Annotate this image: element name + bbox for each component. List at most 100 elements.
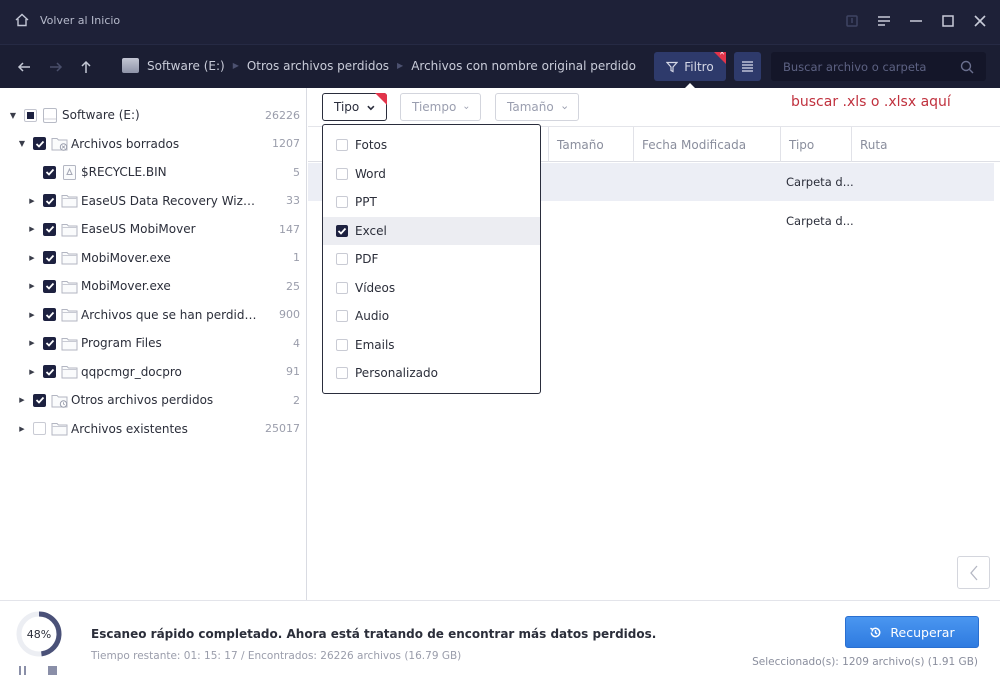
search-input[interactable] bbox=[783, 59, 960, 74]
type-option-checkbox[interactable] bbox=[336, 281, 348, 294]
type-filter-menu: Fotos Word PPT Excel PDF Vídeos Audio Emails Per… bbox=[322, 124, 541, 394]
caret-right-icon[interactable]: ▶ bbox=[27, 225, 37, 233]
tree-item[interactable]: ▶ MobiMover.exe 1 bbox=[0, 244, 306, 272]
tree-item[interactable]: ▼ Software (E:) 26226 bbox=[0, 101, 306, 129]
folder-icon bbox=[61, 252, 78, 265]
close-button[interactable] bbox=[972, 12, 988, 30]
folder-icon bbox=[61, 195, 78, 208]
tree-item-label: EaseUS Data Recovery Wizard bbox=[81, 193, 260, 208]
tree-item[interactable]: ▶ EaseUS MobiMover 147 bbox=[0, 215, 306, 243]
home-button[interactable]: Volver al Inicio bbox=[14, 12, 120, 28]
column-header-path[interactable]: Ruta bbox=[851, 127, 1000, 162]
filter-button[interactable]: Filtro ✕ bbox=[654, 52, 726, 81]
type-filter-dropdown[interactable]: Tipo bbox=[322, 93, 387, 121]
type-option[interactable]: PPT bbox=[323, 188, 540, 217]
arrow-right-icon bbox=[50, 62, 63, 72]
clear-type-filter-badge[interactable] bbox=[375, 93, 387, 105]
type-option-checkbox[interactable] bbox=[336, 139, 348, 152]
type-option[interactable]: Vídeos bbox=[323, 274, 540, 303]
tree-item[interactable]: $RECYCLE.BIN 5 bbox=[0, 158, 306, 186]
recover-button[interactable]: Recuperar bbox=[845, 616, 979, 648]
forward-button[interactable] bbox=[46, 57, 66, 77]
type-option[interactable]: Excel bbox=[323, 216, 540, 245]
collapse-preview-button[interactable] bbox=[957, 556, 990, 589]
caret-right-icon[interactable]: ▶ bbox=[27, 254, 37, 262]
type-option-checkbox[interactable] bbox=[336, 253, 348, 266]
minimize-button[interactable] bbox=[908, 12, 924, 30]
arrow-left-icon bbox=[17, 62, 30, 72]
stop-button[interactable] bbox=[48, 666, 57, 675]
chevron-down-icon bbox=[464, 105, 469, 109]
caret-right-icon[interactable]: ▶ bbox=[17, 396, 27, 404]
tree-item-label: MobiMover.exe bbox=[81, 250, 171, 265]
clear-filter-badge[interactable]: ✕ bbox=[714, 52, 726, 64]
cell-type: Carpeta d... bbox=[786, 214, 854, 228]
type-option[interactable]: Fotos bbox=[323, 131, 540, 160]
column-header-size[interactable]: Tamaño bbox=[548, 127, 633, 162]
tree-checkbox[interactable] bbox=[43, 251, 56, 264]
type-option-checkbox[interactable] bbox=[336, 367, 348, 380]
type-option-checkbox[interactable] bbox=[336, 224, 348, 237]
breadcrumb-item[interactable]: Software (E:) bbox=[147, 59, 225, 73]
maximize-button[interactable] bbox=[940, 12, 956, 30]
list-view-button[interactable] bbox=[734, 52, 761, 81]
type-option[interactable]: Audio bbox=[323, 302, 540, 331]
column-header-type[interactable]: Tipo bbox=[780, 127, 851, 162]
caret-right-icon[interactable]: ▶ bbox=[27, 197, 37, 205]
checkmark-icon bbox=[35, 396, 44, 404]
caret-down-icon[interactable]: ▼ bbox=[8, 111, 18, 120]
tree-item[interactable]: ▶ Program Files 4 bbox=[0, 329, 306, 357]
tree-item[interactable]: ▶ EaseUS Data Recovery Wizard 33 bbox=[0, 187, 306, 215]
search-icon[interactable] bbox=[960, 60, 974, 74]
tree-item-count: 4 bbox=[293, 336, 300, 350]
folder-icon bbox=[61, 366, 78, 379]
caret-down-icon[interactable]: ▼ bbox=[17, 139, 27, 148]
tree-checkbox[interactable] bbox=[43, 279, 56, 293]
menu-button[interactable] bbox=[876, 12, 892, 30]
tree-item[interactable]: ▶ Archivos que se han perdido directori..… bbox=[0, 301, 306, 329]
caret-right-icon[interactable]: ▶ bbox=[27, 311, 37, 319]
type-option-checkbox[interactable] bbox=[336, 167, 348, 180]
tree-checkbox[interactable] bbox=[43, 194, 56, 207]
type-option-checkbox[interactable] bbox=[336, 310, 348, 323]
type-option-checkbox[interactable] bbox=[336, 196, 348, 209]
tree-item[interactable]: ▶ MobiMover.exe 25 bbox=[0, 272, 306, 300]
time-filter-dropdown[interactable]: Tiempo bbox=[400, 93, 481, 121]
tree-checkbox[interactable] bbox=[43, 336, 56, 350]
column-header-date-modified[interactable]: Fecha Modificada bbox=[633, 127, 780, 162]
tree-checkbox[interactable] bbox=[33, 422, 46, 435]
tree-checkbox[interactable] bbox=[33, 393, 46, 407]
caret-right-icon[interactable]: ▶ bbox=[27, 368, 37, 376]
tree-item[interactable]: ▶ qqpcmgr_docpro 91 bbox=[0, 358, 306, 386]
breadcrumb-item[interactable]: Archivos con nombre original perdido bbox=[411, 59, 636, 73]
tree-item-label: Otros archivos perdidos bbox=[71, 393, 214, 407]
checkmark-icon bbox=[45, 225, 54, 233]
tree-checkbox[interactable] bbox=[33, 137, 46, 150]
tree-item[interactable]: ▶ Archivos existentes 25017 bbox=[0, 415, 306, 443]
tree-checkbox[interactable] bbox=[43, 222, 56, 236]
caret-right-icon[interactable]: ▶ bbox=[27, 339, 37, 347]
type-option[interactable]: Word bbox=[323, 160, 540, 189]
back-button[interactable] bbox=[14, 57, 34, 77]
tree-checkbox[interactable] bbox=[43, 165, 56, 179]
tree-item-label: EaseUS MobiMover bbox=[81, 222, 196, 236]
type-option[interactable]: Emails bbox=[323, 331, 540, 360]
size-filter-dropdown[interactable]: Tamaño bbox=[495, 93, 579, 121]
tree-checkbox[interactable] bbox=[24, 108, 37, 122]
chevron-left-icon bbox=[969, 565, 977, 580]
tree-checkbox[interactable] bbox=[43, 365, 56, 378]
folder-icon bbox=[61, 309, 78, 322]
tree-item-label: Archivos existentes bbox=[71, 421, 188, 436]
tree-item[interactable]: ▼ Archivos borrados 1207 bbox=[0, 130, 306, 158]
caret-right-icon[interactable]: ▶ bbox=[17, 425, 27, 433]
caret-right-icon[interactable]: ▶ bbox=[27, 282, 37, 290]
breadcrumb-item[interactable]: Otros archivos perdidos bbox=[247, 59, 389, 73]
feedback-button[interactable] bbox=[844, 12, 860, 30]
up-button[interactable] bbox=[76, 57, 96, 77]
type-option[interactable]: PDF bbox=[323, 245, 540, 274]
type-option[interactable]: Personalizado bbox=[323, 359, 540, 388]
pause-button[interactable] bbox=[19, 666, 29, 676]
tree-item[interactable]: ▶ Otros archivos perdidos 2 bbox=[0, 386, 306, 414]
tree-checkbox[interactable] bbox=[43, 308, 56, 321]
type-option-checkbox[interactable] bbox=[336, 338, 348, 351]
